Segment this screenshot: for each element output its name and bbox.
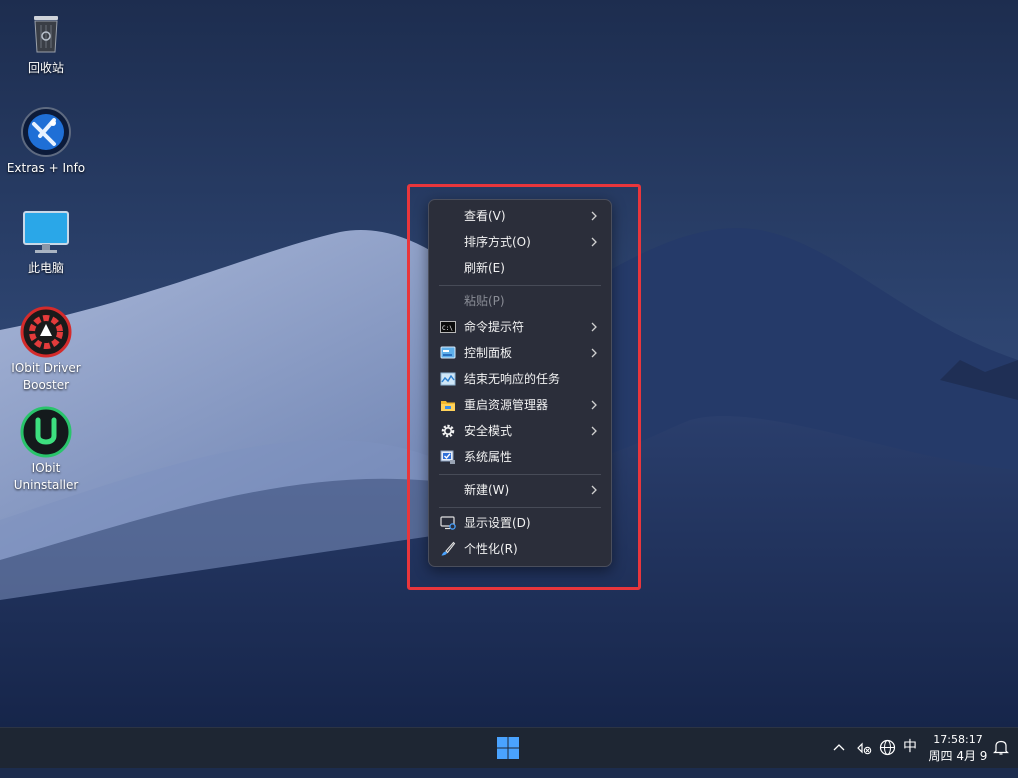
desktop-icon-label: IObit Uninstaller bbox=[13, 461, 79, 492]
control-panel-icon bbox=[440, 346, 456, 359]
network-disconnected-icon[interactable] bbox=[856, 740, 872, 756]
menu-item-label: 排序方式(O) bbox=[464, 235, 531, 249]
desktop-icon-extras-info[interactable]: Extras + Info bbox=[0, 106, 92, 177]
menu-item-label: 结束无响应的任务 bbox=[464, 372, 561, 386]
menu-item-paste: 粘贴(P) bbox=[433, 288, 607, 314]
desktop-icon-label: 此电脑 bbox=[27, 261, 64, 275]
desktop-icon-uninstaller[interactable]: IObit Uninstaller bbox=[0, 406, 92, 494]
desktop-context-menu: 查看(V) 排序方式(O) 刷新(E) 粘贴(P) C:\ 命令提示符 控制面板 bbox=[428, 199, 612, 567]
menu-item-restart-explorer[interactable]: 重启资源管理器 bbox=[433, 392, 607, 418]
menu-separator bbox=[439, 507, 601, 508]
chevron-right-icon bbox=[591, 426, 597, 436]
svg-text:C:\: C:\ bbox=[442, 325, 453, 332]
system-properties-icon bbox=[440, 450, 455, 464]
menu-item-system-properties[interactable]: 系统属性 bbox=[433, 444, 607, 470]
folder-icon bbox=[441, 401, 455, 411]
chevron-right-icon bbox=[591, 211, 597, 221]
menu-item-label: 个性化(R) bbox=[464, 542, 518, 556]
menu-item-label: 重启资源管理器 bbox=[464, 398, 549, 412]
menu-item-label: 控制面板 bbox=[464, 346, 513, 360]
menu-item-label: 刷新(E) bbox=[464, 261, 505, 275]
chevron-right-icon bbox=[591, 348, 597, 358]
chevron-right-icon bbox=[591, 485, 597, 495]
desktop-icon-label: IObit Driver Booster bbox=[11, 361, 81, 392]
chevron-right-icon bbox=[591, 237, 597, 247]
cmd-icon: C:\ bbox=[440, 321, 456, 333]
extras-info-icon bbox=[20, 106, 72, 158]
menu-item-display-settings[interactable]: 显示设置(D) bbox=[433, 510, 607, 536]
desktop-icon-label: Extras + Info bbox=[6, 161, 86, 175]
menu-item-control-panel[interactable]: 控制面板 bbox=[433, 340, 607, 366]
menu-item-refresh[interactable]: 刷新(E) bbox=[433, 255, 607, 281]
menu-item-label: 查看(V) bbox=[464, 209, 506, 223]
chevron-up-icon[interactable] bbox=[832, 741, 846, 755]
windows-start-icon[interactable] bbox=[496, 736, 520, 760]
personalize-brush-icon bbox=[441, 541, 456, 556]
menu-item-label: 命令提示符 bbox=[464, 320, 525, 334]
menu-item-label: 系统属性 bbox=[464, 450, 513, 464]
gear-icon bbox=[441, 424, 455, 438]
task-monitor-icon bbox=[440, 372, 456, 386]
menu-item-personalize[interactable]: 个性化(R) bbox=[433, 536, 607, 562]
bell-icon[interactable] bbox=[993, 739, 1009, 756]
chevron-right-icon bbox=[591, 322, 597, 332]
display-settings-icon bbox=[440, 516, 456, 530]
chevron-right-icon bbox=[591, 400, 597, 410]
desktop-icon-driver-booster[interactable]: IObit Driver Booster bbox=[0, 306, 92, 394]
uninstaller-icon bbox=[20, 406, 72, 458]
desktop-icon-label: 回收站 bbox=[27, 61, 64, 75]
clock-time: 17:58:17 bbox=[933, 733, 983, 746]
menu-item-end-unresponsive-tasks[interactable]: 结束无响应的任务 bbox=[433, 366, 607, 392]
menu-item-sort-by[interactable]: 排序方式(O) bbox=[433, 229, 607, 255]
menu-separator bbox=[439, 285, 601, 286]
driver-booster-icon bbox=[20, 306, 72, 358]
menu-item-new[interactable]: 新建(W) bbox=[433, 477, 607, 503]
menu-item-command-prompt[interactable]: C:\ 命令提示符 bbox=[433, 314, 607, 340]
menu-item-safe-mode[interactable]: 安全模式 bbox=[433, 418, 607, 444]
ime-indicator[interactable]: 中 bbox=[903, 738, 917, 778]
menu-item-label: 新建(W) bbox=[464, 483, 510, 497]
globe-icon[interactable] bbox=[879, 739, 896, 756]
recycle-bin-icon bbox=[20, 6, 72, 58]
desktop-icon-recycle-bin[interactable]: 回收站 bbox=[0, 6, 92, 77]
desktop-icon-this-pc[interactable]: 此电脑 bbox=[0, 206, 92, 277]
this-pc-icon bbox=[20, 206, 72, 258]
clock-date: 周四 4月 9 bbox=[928, 749, 988, 763]
taskbar-clock[interactable]: 17:58:17 周四 4月 9 bbox=[926, 732, 990, 764]
taskbar: 中 17:58:17 周四 4月 9 bbox=[0, 727, 1018, 768]
menu-item-label: 显示设置(D) bbox=[464, 516, 531, 530]
menu-item-view[interactable]: 查看(V) bbox=[433, 203, 607, 229]
menu-item-label: 粘贴(P) bbox=[464, 294, 505, 308]
menu-separator bbox=[439, 474, 601, 475]
menu-item-label: 安全模式 bbox=[464, 424, 513, 438]
